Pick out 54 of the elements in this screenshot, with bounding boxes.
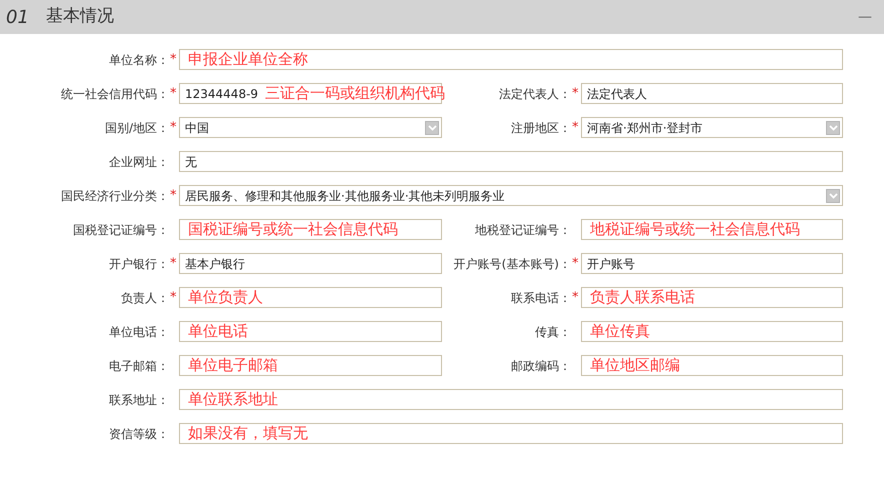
input-field[interactable]: 12344448-9 三证合一码或组织机构代码: [179, 83, 442, 104]
required-mark: *: [572, 256, 578, 271]
field-label: 国税登记证编号：: [73, 222, 169, 236]
field-label: 单位名称：: [109, 52, 169, 66]
dropdown[interactable]: 中国: [179, 117, 442, 138]
field-label: 开户账号(基本账号)：: [454, 256, 571, 270]
input-field[interactable]: 无: [179, 151, 843, 172]
input-field[interactable]: 如果没有，填写无: [179, 423, 843, 444]
required-mark: *: [170, 120, 176, 135]
dropdown[interactable]: 居民服务、修理和其他服务业·其他服务业·其他未列明服务业: [179, 185, 843, 206]
required-mark: *: [170, 256, 176, 271]
field-label: 联系电话：: [511, 290, 571, 304]
field-label: 资信等级：: [109, 426, 169, 440]
dropdown[interactable]: 河南省·郑州市·登封市: [581, 117, 843, 138]
required-mark: *: [572, 86, 578, 101]
field-label: 统一社会信用代码：: [61, 86, 169, 100]
field-label: 单位电话：: [109, 324, 169, 338]
field-label: 地税登记证编号：: [475, 222, 571, 236]
field-label: 企业网址：: [109, 154, 169, 168]
input-field[interactable]: 基本户银行: [179, 253, 442, 274]
input-field[interactable]: 单位电子邮箱: [179, 355, 442, 376]
field-label: 电子邮箱：: [109, 358, 169, 372]
input-field[interactable]: 地税证编号或统一社会信息代码: [581, 219, 843, 240]
required-mark: *: [170, 86, 176, 101]
field-label: 负责人：: [121, 290, 169, 304]
collapse-button[interactable]: —: [858, 10, 872, 24]
input-field[interactable]: 单位负责人: [179, 287, 442, 308]
chevron-down-icon: [425, 120, 439, 134]
field-label: 开户银行：: [109, 256, 169, 270]
required-mark: *: [170, 290, 176, 305]
section-title: 基本情况: [46, 5, 114, 28]
required-mark: *: [170, 52, 176, 67]
field-label: 国民经济行业分类：: [61, 188, 169, 202]
chevron-down-icon: [826, 188, 840, 202]
input-field[interactable]: 单位电话: [179, 321, 442, 342]
input-field[interactable]: 开户账号: [581, 253, 843, 274]
field-label: 邮政编码：: [511, 358, 571, 372]
input-field[interactable]: 单位联系地址: [179, 389, 843, 410]
input-field[interactable]: 国税证编号或统一社会信息代码: [179, 219, 442, 240]
field-label: 联系地址：: [109, 392, 169, 406]
input-field[interactable]: 申报企业单位全称: [179, 49, 843, 70]
required-mark: *: [572, 290, 578, 305]
required-mark: *: [170, 188, 176, 203]
input-field[interactable]: 单位传真: [581, 321, 843, 342]
chevron-down-icon: [826, 120, 840, 134]
required-mark: *: [572, 120, 578, 135]
field-label: 传真：: [535, 324, 571, 338]
input-field[interactable]: 法定代表人: [581, 83, 843, 104]
field-label: 法定代表人：: [499, 86, 571, 100]
input-field[interactable]: 负责人联系电话: [581, 287, 843, 308]
field-label: 国别/地区：: [104, 120, 169, 134]
input-field[interactable]: 单位地区邮编: [581, 355, 843, 376]
section-number: 01: [6, 6, 30, 30]
field-label: 注册地区：: [511, 120, 571, 134]
